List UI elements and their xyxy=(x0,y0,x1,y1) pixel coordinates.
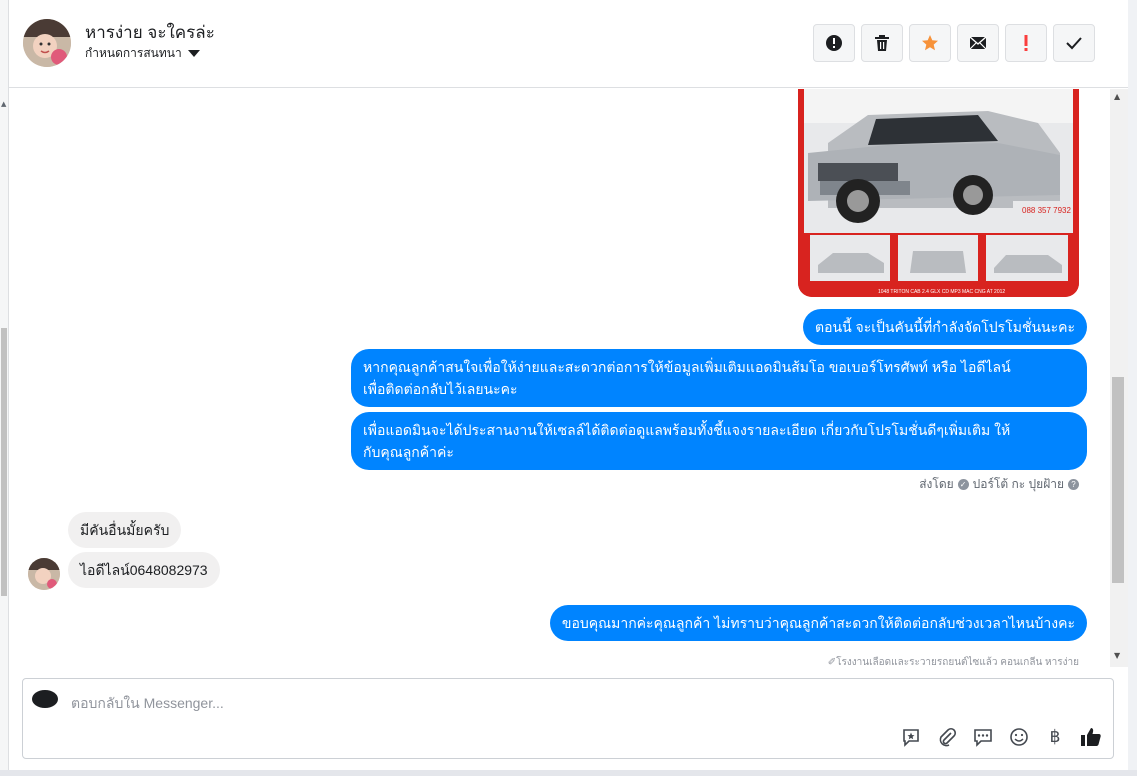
conversation-panel: หารง่าย จะใครล่ะ กำหนดการสนทนา 088 357 7… xyxy=(9,0,1128,776)
scroll-up-arrow-icon[interactable]: ▲ xyxy=(1,100,6,108)
car-caption: 1048 TRITON CAB 2.4 GLX CD MP3 MAC CNG A… xyxy=(878,289,1005,295)
assign-label: กำหนดการสนทนา xyxy=(85,46,182,60)
message-scrollbar[interactable]: ▲ ▼ xyxy=(1110,89,1128,667)
message-text: ขอบคุณมากค่ะคุณลูกค้า ไม่ทราบว่าคุณลูกค้… xyxy=(561,615,1075,631)
caret-down-icon xyxy=(187,50,200,57)
alert-button[interactable] xyxy=(813,24,855,62)
scroll-up-icon[interactable]: ▲ xyxy=(1114,92,1120,101)
message-footnote: ✐โรงงานเลือดและระวายรถยนต์ไซแล้ว คอนเกลี… xyxy=(827,657,1079,667)
sent-by-info: ส่งโดย ✓ ปอร์โต้ กะ ปุยฝ้าย ? xyxy=(919,475,1079,494)
outgoing-message[interactable]: เพื่อแอดมินจะได้ประสานงานให้เซลล์ได้ติดต… xyxy=(351,412,1087,470)
thumbs-up-icon xyxy=(1081,728,1101,746)
quick-reply-button[interactable] xyxy=(971,725,995,749)
contact-avatar[interactable] xyxy=(23,19,71,67)
attach-icon xyxy=(939,727,957,747)
page-avatar xyxy=(32,690,58,708)
left-scroll-thumb[interactable] xyxy=(1,328,7,596)
saved-reply-icon xyxy=(903,729,919,747)
message-text: กับคุณลูกค้าค่ะ xyxy=(363,444,454,460)
message-text: เพื่อติดต่อกลับไว้เลยนะคะ xyxy=(363,381,518,397)
spam-button[interactable] xyxy=(1005,24,1047,62)
message-text: หากคุณลูกค้าสนใจเพื่อให้ง่ายและสะดวกต่อก… xyxy=(363,359,1011,375)
left-scroll-strip: ▲ xyxy=(0,0,9,776)
conversation-toolbar xyxy=(813,24,1095,62)
scroll-down-icon[interactable]: ▼ xyxy=(1114,651,1120,660)
sent-by-name: ปอร์โต้ กะ ปุยฝ้าย xyxy=(972,477,1064,491)
sent-by-label: ส่งโดย xyxy=(919,477,954,491)
spam-exclamation-icon xyxy=(1024,35,1028,51)
composer-tools: ฿ xyxy=(899,725,1103,749)
conversation-header: หารง่าย จะใครล่ะ กำหนดการสนทนา xyxy=(9,0,1128,88)
bottom-edge xyxy=(0,770,1137,776)
car-promo-image[interactable]: 088 357 7932 1048 TRITON CAB 2.4 GLX CD … xyxy=(798,89,1079,297)
reply-composer[interactable]: ตอบกลับใน Messenger... ฿ xyxy=(22,678,1114,759)
message-list[interactable]: 088 357 7932 1048 TRITON CAB 2.4 GLX CD … xyxy=(9,89,1110,667)
assign-conversation-dropdown[interactable]: กำหนดการสนทนา xyxy=(85,44,200,63)
incoming-message[interactable]: ไอดีไลน์0648082973 xyxy=(68,552,220,588)
outgoing-message[interactable]: ตอนนี้ จะเป็นคันนี้ที่กำลังจัดโปรโมชั่นน… xyxy=(803,309,1087,345)
chat-bubble-icon xyxy=(974,729,992,747)
star-button[interactable] xyxy=(909,24,951,62)
baht-icon: ฿ xyxy=(1049,727,1061,747)
contact-avatar-small[interactable] xyxy=(28,558,60,590)
payment-button[interactable]: ฿ xyxy=(1043,725,1067,749)
message-text: เพื่อแอดมินจะได้ประสานงานให้เซลล์ได้ติดต… xyxy=(363,422,1011,438)
verified-check-icon: ✓ xyxy=(957,479,969,490)
incoming-message[interactable]: มีคันอื่นมั้ยครับ xyxy=(68,512,182,548)
mark-unread-button[interactable] xyxy=(957,24,999,62)
like-button[interactable] xyxy=(1079,725,1103,749)
saved-reply-button[interactable] xyxy=(899,725,923,749)
help-question-icon[interactable]: ? xyxy=(1068,479,1079,490)
emoji-button[interactable] xyxy=(1007,725,1031,749)
scroll-thumb[interactable] xyxy=(1112,377,1124,583)
outgoing-message[interactable]: ขอบคุณมากค่ะคุณลูกค้า ไม่ทราบว่าคุณลูกค้… xyxy=(549,605,1087,641)
star-icon xyxy=(922,35,938,51)
message-text: ตอนนี้ จะเป็นคันนี้ที่กำลังจัดโปรโมชั่นน… xyxy=(815,319,1075,335)
message-text: มีคันอื่นมั้ยครับ xyxy=(80,522,170,538)
car-phone-number: 088 357 7932 xyxy=(1022,206,1071,215)
alert-circle-icon xyxy=(826,35,842,51)
messenger-window: ▲ หารง่าย จะใครล่ะ กำหนดการสนทนา 088 357… xyxy=(0,0,1137,776)
emoji-icon xyxy=(1010,728,1028,746)
message-text: ไอดีไลน์0648082973 xyxy=(80,562,208,578)
mark-done-button[interactable] xyxy=(1053,24,1095,62)
attach-button[interactable] xyxy=(935,725,959,749)
outgoing-message[interactable]: หากคุณลูกค้าสนใจเพื่อให้ง่ายและสะดวกต่อก… xyxy=(351,349,1087,407)
contact-name[interactable]: หารง่าย จะใครล่ะ xyxy=(85,19,215,46)
trash-icon xyxy=(875,35,889,51)
mail-icon xyxy=(969,36,987,50)
reply-input[interactable]: ตอบกลับใน Messenger... xyxy=(71,693,224,715)
delete-button[interactable] xyxy=(861,24,903,62)
check-icon xyxy=(1066,37,1082,50)
